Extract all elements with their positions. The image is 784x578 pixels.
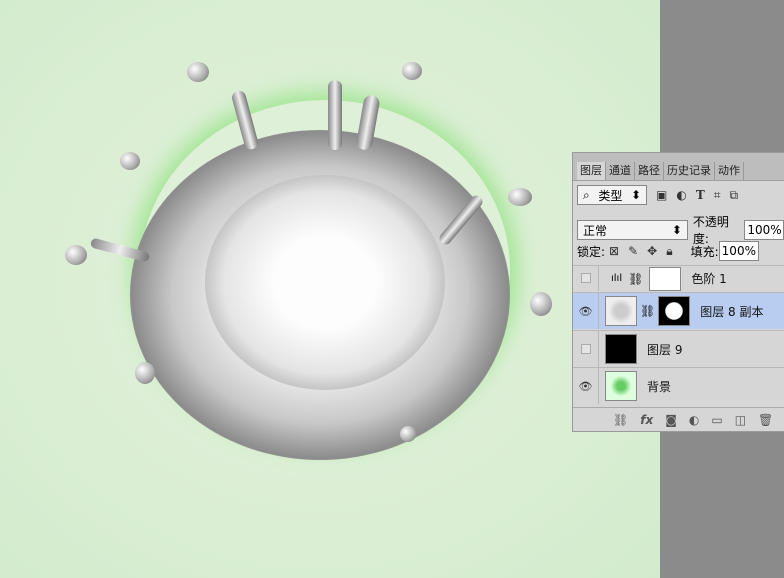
lock-transparent-icon[interactable]: ⊠ <box>609 244 619 258</box>
lock-paint-icon[interactable]: ✎ <box>628 244 638 258</box>
filter-type-select[interactable]: ⌕ 类型 ⬍ <box>577 185 647 205</box>
link-icon[interactable]: ⛓︎ <box>613 413 628 427</box>
levels-icon: ılıl <box>611 273 623 284</box>
layer-row[interactable]: ılıl ⛓︎ 色阶 1 <box>573 265 784 291</box>
layer-row[interactable]: 图层 9 <box>573 330 784 367</box>
layer-mask-thumbnail <box>658 296 691 326</box>
layers-panel: 图层 通道 路径 历史记录 动作 ⌕ 类型 ⬍ ▣ ◐ T ⌗ ⧉ 正常 ⬍ 不透明度… <box>572 152 784 432</box>
eye-icon[interactable]: 👁︎ <box>573 293 599 329</box>
panel-footer: ⛓︎ fx ◙ ◐ ▭ ◫ 🗑︎ <box>573 407 784 431</box>
fill-input[interactable]: 100% <box>718 241 759 261</box>
drop <box>135 362 155 384</box>
drop <box>65 245 87 265</box>
eye-icon[interactable]: 👁︎ <box>573 368 599 404</box>
layer-row-selected[interactable]: 👁︎ ⛓︎ 图层 8 副本 <box>573 292 784 329</box>
splash-center <box>205 175 445 390</box>
lock-label: 锁定: <box>577 244 606 259</box>
link-icon: ⛓︎ <box>640 304 656 318</box>
type-filter-icon[interactable]: T <box>696 188 705 202</box>
lock-all-icon[interactable]: 🔒︎ <box>666 244 672 259</box>
panel-tabs: 图层 通道 路径 历史记录 动作 <box>573 153 784 181</box>
mask-icon[interactable]: ◙ <box>665 413 677 427</box>
image-filter-icon[interactable]: ▣ <box>656 188 667 202</box>
layer-mask-thumbnail <box>649 266 682 291</box>
drop <box>508 188 532 206</box>
opacity-input[interactable]: 100% <box>744 220 784 240</box>
splash-spike <box>328 80 342 150</box>
tab-paths[interactable]: 路径 <box>635 162 664 180</box>
fx-icon[interactable]: fx <box>640 413 653 427</box>
drop <box>120 152 140 170</box>
folder-icon[interactable]: ▭ <box>711 413 722 427</box>
visibility-toggle[interactable] <box>573 266 599 291</box>
smart-object-filter-icon[interactable]: ⧉ <box>730 188 739 203</box>
layer-row[interactable]: 👁︎ 背景 <box>573 367 784 404</box>
drop <box>530 292 552 316</box>
tab-channels[interactable]: 通道 <box>606 162 635 180</box>
layer-thumbnail <box>605 371 637 401</box>
shape-filter-icon[interactable]: ⌗ <box>714 188 721 203</box>
adjustment-filter-icon[interactable]: ◐ <box>676 188 686 202</box>
drop <box>400 426 416 442</box>
drop <box>187 62 209 82</box>
lock-position-icon[interactable]: ✥ <box>647 244 657 258</box>
drop <box>402 62 422 80</box>
search-icon: ⌕ <box>583 187 590 202</box>
stepper-icon: ⬍ <box>630 188 641 202</box>
visibility-toggle[interactable] <box>573 331 599 367</box>
trash-icon[interactable]: 🗑︎ <box>758 413 773 427</box>
document-canvas[interactable] <box>0 0 660 578</box>
tab-actions[interactable]: 动作 <box>715 162 744 180</box>
layer-thumbnail <box>605 296 637 326</box>
layer-thumbnail <box>605 334 637 364</box>
blend-mode-select[interactable]: 正常 ⬍ <box>577 220 688 240</box>
tab-layers[interactable]: 图层 <box>577 162 606 180</box>
new-layer-icon[interactable]: ◫ <box>735 413 746 427</box>
stepper-icon: ⬍ <box>671 223 682 237</box>
adjustment-icon[interactable]: ◐ <box>689 413 699 427</box>
fill-label: 填充: <box>690 244 719 259</box>
link-icon: ⛓︎ <box>628 271 644 286</box>
tab-history[interactable]: 历史记录 <box>664 162 715 180</box>
